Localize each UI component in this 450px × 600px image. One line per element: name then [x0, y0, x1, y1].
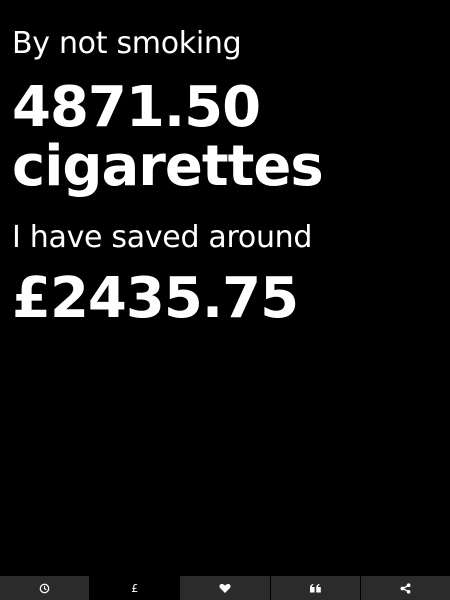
tab-share[interactable]: [360, 576, 450, 600]
saved-label: I have saved around: [12, 220, 313, 255]
bottom-tab-bar: £: [0, 576, 450, 600]
pound-icon: £: [131, 581, 139, 595]
tab-money[interactable]: £: [90, 576, 181, 600]
tab-quotes[interactable]: [270, 576, 361, 600]
cigarettes-count: 4871.50: [12, 75, 261, 140]
tab-health[interactable]: [180, 576, 271, 600]
cigarettes-unit: cigarettes: [12, 134, 324, 199]
intro-text: By not smoking: [12, 26, 242, 61]
quote-icon: [309, 583, 321, 593]
tab-clock[interactable]: [0, 576, 91, 600]
heart-icon: [219, 583, 231, 594]
share-icon: [400, 582, 411, 594]
clock-icon: [39, 583, 50, 594]
saved-amount: £2435.75: [12, 266, 299, 331]
